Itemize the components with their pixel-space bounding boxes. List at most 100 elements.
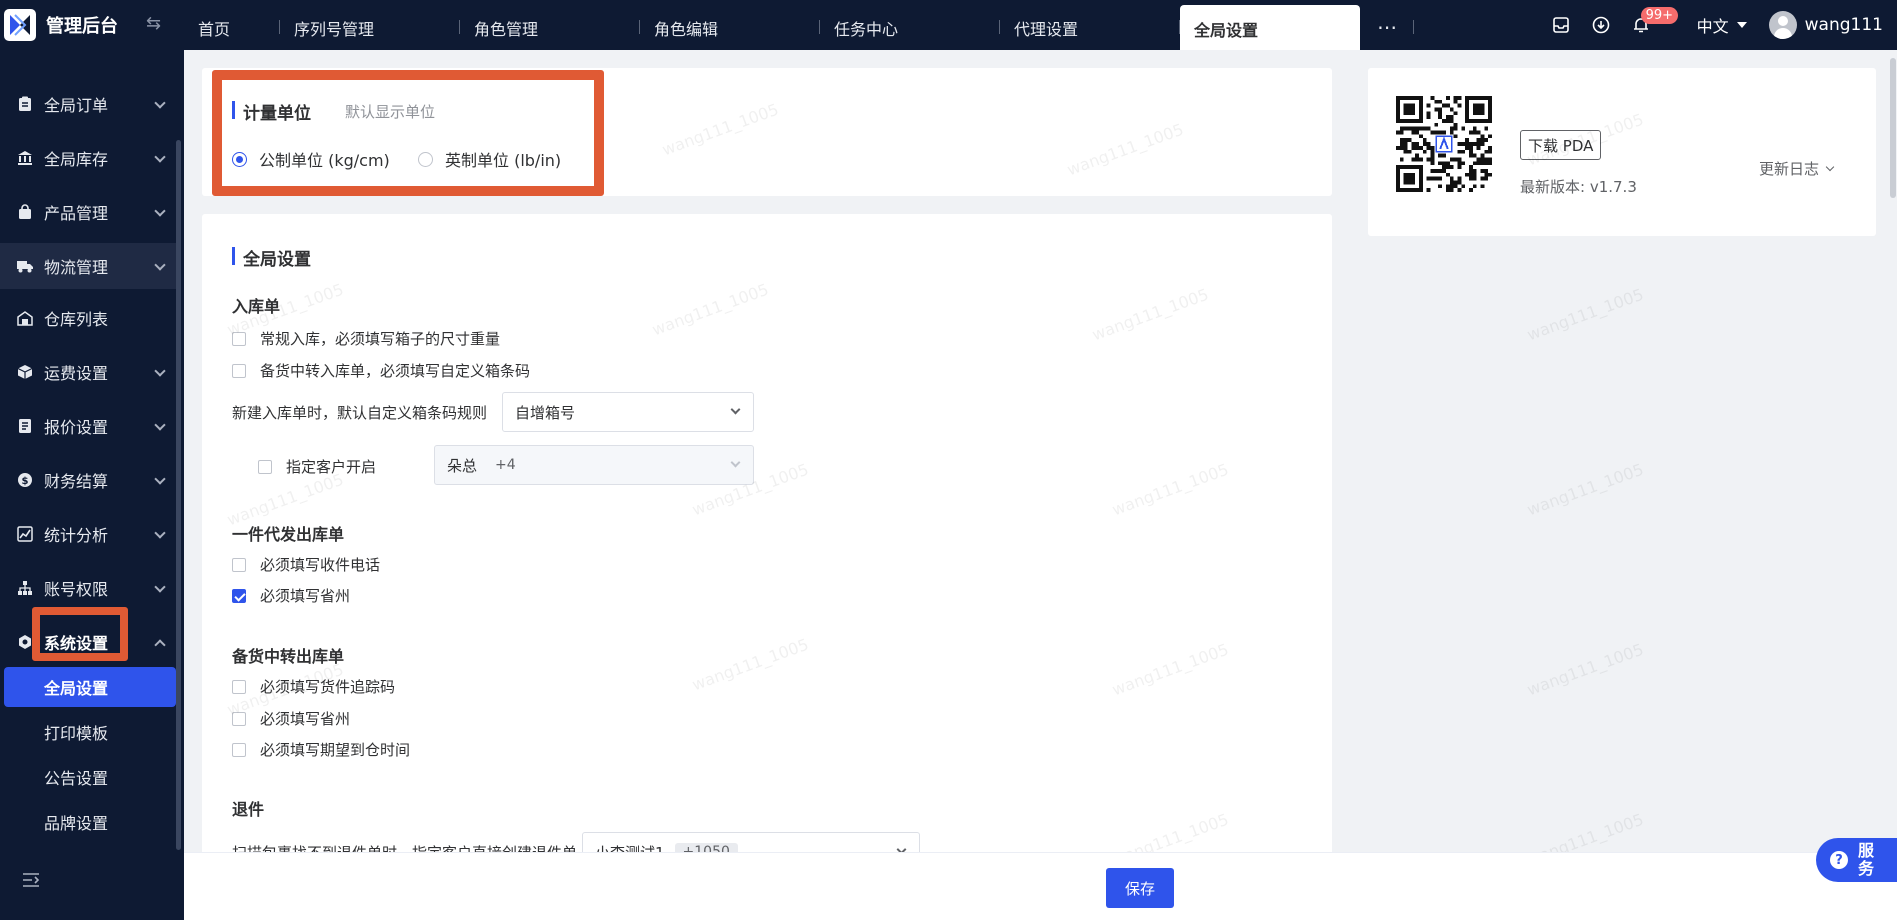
sidebar-item-statistics[interactable]: 统计分析: [0, 511, 176, 557]
avatar: [1768, 11, 1797, 39]
watermark: wang111_1005: [1524, 459, 1647, 520]
service-label: 服务: [1858, 841, 1875, 878]
check-label: 备货中转入库单，必须填写自定义箱条码: [260, 362, 531, 380]
check-transfer-state[interactable]: 必须填写省州: [232, 708, 350, 729]
tab-label: 序列号管理: [294, 20, 375, 39]
tab-label: 角色管理: [474, 20, 539, 39]
sidebar-subitem-announcement-settings[interactable]: 公告设置: [0, 757, 176, 797]
sidebar-item-label: 仓库列表: [44, 310, 109, 329]
tab-task-center[interactable]: 任务中心: [820, 0, 1000, 50]
save-button[interactable]: 保存: [1106, 868, 1174, 908]
org-icon: [16, 579, 34, 597]
checkbox: [232, 742, 246, 757]
check-inbound-dimensions[interactable]: 常规入库，必须填写箱子的尺寸重量: [232, 328, 500, 349]
checkbox: [232, 679, 246, 694]
checkbox: [232, 711, 246, 726]
tab-role-edit[interactable]: 角色编辑: [640, 0, 820, 50]
caret-down-icon: [1736, 22, 1747, 28]
chevron-down-icon: [154, 419, 166, 431]
tab-role-management[interactable]: 角色管理: [460, 0, 640, 50]
select-more-tag: +4: [495, 457, 516, 473]
sidebar-item-label: 品牌设置: [44, 814, 109, 833]
watermark: wang111_1005: [1524, 639, 1647, 700]
tab-label: 全局设置: [1194, 20, 1259, 40]
changelog-link[interactable]: 更新日志: [1759, 158, 1835, 179]
customer-select[interactable]: 朵总 +4: [434, 445, 754, 485]
download-pda-button[interactable]: 下载 PDA: [1520, 130, 1602, 160]
bell-icon[interactable]: 99+: [1627, 7, 1679, 39]
customer-service-button[interactable]: ? 服务: [1816, 838, 1897, 882]
annotation-highlight-box: [32, 607, 128, 661]
button-label: 下载 PDA: [1528, 136, 1594, 155]
header-actions: 99+ 中文 wang111: [1535, 0, 1897, 50]
tab-serial-management[interactable]: 序列号管理: [280, 0, 460, 50]
sidebar-subitem-print-templates[interactable]: 打印模板: [0, 712, 176, 752]
sidebar-item-label: 全局订单: [44, 96, 109, 115]
chevron-down-icon: [730, 404, 741, 415]
inbound-title: 入库单: [232, 297, 281, 316]
truck-icon: [16, 257, 34, 275]
sidebar-item-label: 公告设置: [44, 769, 109, 788]
barcode-rule-select[interactable]: 自增箱号: [502, 392, 754, 432]
sidebar-item-global-inventory[interactable]: 全局库存: [0, 135, 176, 181]
sidebar-subitem-brand-settings[interactable]: 品牌设置: [0, 802, 176, 842]
checkbox: [232, 588, 246, 603]
sidebar-item-label: 物流管理: [44, 258, 109, 277]
transfer-title: 备货中转出库单: [232, 647, 345, 666]
chevron-up-icon: [154, 639, 166, 651]
main-content: 计量单位 默认显示单位 公制单位 (kg/cm) 英制单位 (lb/in) 全局…: [184, 50, 1897, 920]
chevron-down-icon: [154, 365, 166, 377]
check-dropship-phone[interactable]: 必须填写收件电话: [232, 554, 380, 575]
check-specify-customer[interactable]: 指定客户开启: [258, 456, 376, 477]
checkbox: [258, 459, 272, 474]
content-scrollbar[interactable]: [1890, 58, 1896, 198]
user-menu[interactable]: wang111: [1768, 11, 1883, 39]
sidebar-item-label: 产品管理: [44, 204, 109, 223]
language-selector[interactable]: 中文: [1697, 13, 1747, 37]
check-label: 常规入库，必须填写箱子的尺寸重量: [260, 330, 501, 348]
chart-icon: [16, 525, 34, 543]
sidebar-item-account-permissions[interactable]: 账号权限: [0, 565, 176, 611]
tab-proxy-settings[interactable]: 代理设置: [1000, 0, 1180, 50]
sidebar-item-global-orders[interactable]: 全局订单: [0, 81, 176, 127]
sidebar-item-freight-settings[interactable]: 运费设置: [0, 349, 176, 395]
pda-card: 下载 PDA 最新版本: v1.7.3: [1368, 68, 1876, 236]
sidebar-item-label: 报价设置: [44, 418, 109, 437]
check-label: 指定客户开启: [286, 458, 377, 476]
sidebar-item-product-management[interactable]: 产品管理: [0, 189, 176, 235]
tab-home[interactable]: 首页: [184, 0, 280, 50]
check-transfer-arrival-time[interactable]: 必须填写期望到仓时间: [232, 739, 410, 760]
check-label: 必须填写省州: [260, 587, 351, 605]
sidebar-item-finance[interactable]: $ 财务结算: [0, 457, 176, 503]
more-tabs-icon[interactable]: ⋯: [1360, 0, 1414, 50]
tab-global-settings[interactable]: 全局设置: [1180, 5, 1360, 50]
chevron-down-icon: [1825, 162, 1835, 171]
check-transfer-tracking[interactable]: 必须填写货件追踪码: [232, 676, 395, 697]
download-icon[interactable]: [1587, 11, 1615, 39]
sidebar-item-warehouse-list[interactable]: 仓库列表: [0, 295, 176, 341]
chevron-down-icon: [730, 457, 741, 468]
sidebar-item-label: 打印模板: [44, 724, 109, 743]
dollar-icon: $: [16, 471, 34, 489]
brand-title: 管理后台: [46, 16, 118, 37]
sidebar-subitem-global-settings[interactable]: 全局设置: [4, 667, 176, 707]
check-label: 必须填写收件电话: [260, 556, 381, 574]
sidebar-item-logistics[interactable]: 物流管理: [0, 243, 176, 289]
sidebar-item-label: 财务结算: [44, 472, 109, 491]
swap-icon[interactable]: ⇆: [146, 13, 161, 34]
button-label: 保存: [1124, 879, 1155, 898]
checkbox: [232, 557, 246, 572]
sidebar-item-label: 账号权限: [44, 580, 109, 599]
tab-bar: 首页 序列号管理 角色管理 角色编辑 任务中心 代理设置 全局设置 ⋯: [184, 0, 1414, 50]
sidebar-scrollbar[interactable]: [176, 140, 181, 850]
sidebar-item-quote-settings[interactable]: 报价设置: [0, 403, 176, 449]
inbox-icon[interactable]: [1547, 11, 1575, 39]
checkbox: [232, 363, 246, 378]
checkbox: [232, 331, 246, 346]
warehouse-icon: [16, 309, 34, 327]
check-dropship-state[interactable]: 必须填写省州: [232, 585, 350, 606]
check-inbound-barcode[interactable]: 备货中转入库单，必须填写自定义箱条码: [232, 360, 530, 381]
sidebar-item-label: 全局设置: [44, 679, 109, 698]
collapse-menu-icon[interactable]: [22, 872, 40, 892]
settings-card: 全局设置 入库单 常规入库，必须填写箱子的尺寸重量 备货中转入库单，必须填写自定…: [202, 214, 1332, 920]
